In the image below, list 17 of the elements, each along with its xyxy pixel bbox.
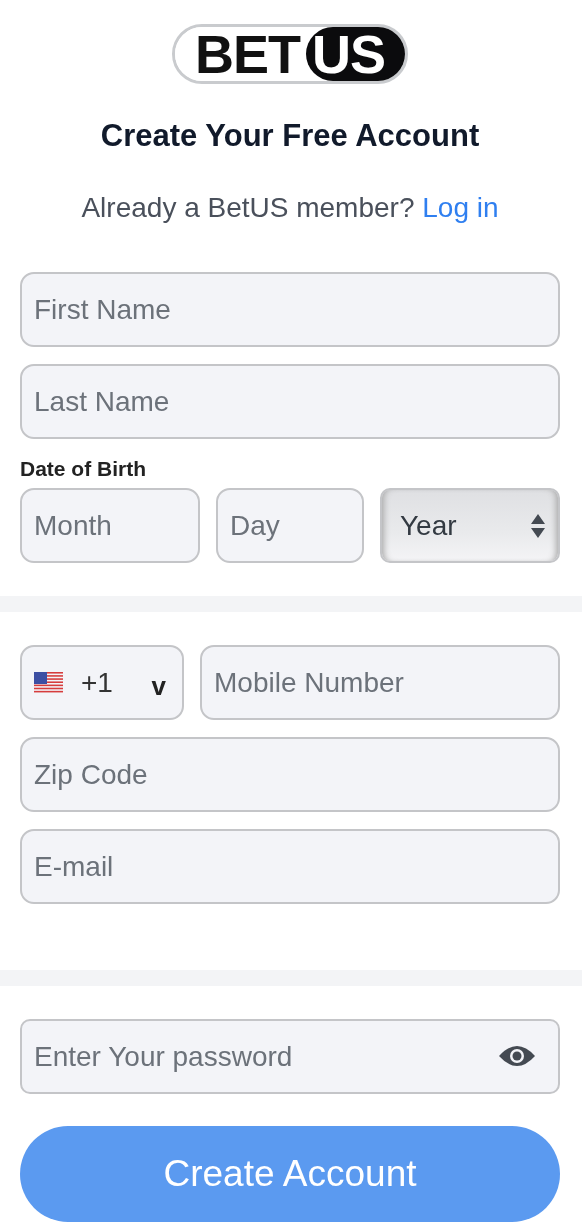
password-field[interactable]: Enter Your password: [20, 1019, 560, 1094]
first-name-field[interactable]: First Name: [20, 272, 560, 347]
last-name-field[interactable]: Last Name: [20, 364, 560, 439]
mobile-number-field[interactable]: Mobile Number: [200, 645, 560, 720]
login-prompt: Already a BetUS member?: [81, 192, 415, 223]
zip-code-field[interactable]: Zip Code: [20, 737, 560, 812]
year-select[interactable]: Year: [380, 488, 560, 563]
day-field[interactable]: Day: [216, 488, 364, 563]
logo: BET US: [172, 24, 408, 84]
month-field[interactable]: Month: [20, 488, 200, 563]
page-title: Create Your Free Account: [99, 118, 481, 154]
eye-icon[interactable]: [498, 1044, 536, 1068]
flag-icon: [34, 671, 63, 694]
email-field[interactable]: E-mail: [20, 829, 560, 904]
date-of-birth-label: Date of Birth: [20, 457, 147, 481]
login-link[interactable]: Log in: [422, 192, 499, 223]
country-code-select[interactable]: +1 v: [20, 645, 184, 720]
